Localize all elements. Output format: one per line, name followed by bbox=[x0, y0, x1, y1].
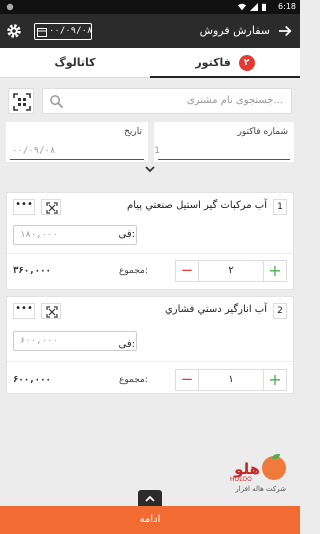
invoice-date-field[interactable]: تاریخ ۰۰/۰۹/۰۸ bbox=[6, 122, 148, 162]
total-label: مجموع: bbox=[119, 375, 148, 385]
divider bbox=[198, 261, 199, 281]
divider bbox=[7, 253, 293, 254]
wifi-icon bbox=[238, 3, 246, 11]
tab-active-indicator bbox=[150, 76, 300, 78]
barcode-scan-icon bbox=[46, 202, 58, 214]
price-input[interactable]: ۱۸۰,۰۰۰ bbox=[13, 225, 137, 245]
total-label: مجموع: bbox=[119, 266, 148, 276]
increment-button[interactable]: + bbox=[264, 261, 286, 281]
item-index: 1 bbox=[273, 199, 287, 215]
logo-fruit bbox=[262, 456, 286, 480]
calendar-icon bbox=[37, 28, 47, 37]
more-icon: ••• bbox=[15, 199, 33, 210]
more-button[interactable]: ••• bbox=[13, 303, 35, 319]
signal-icon bbox=[250, 3, 258, 11]
tab-bar: کاتالوگ فاکتور ۲ bbox=[0, 48, 300, 78]
clock: 6:18 bbox=[278, 2, 296, 11]
app-bar: سفارش فروش ۰۰/۰۹/۰۸ bbox=[0, 14, 300, 48]
expand-tab[interactable] bbox=[138, 490, 162, 506]
chevron-down-icon[interactable] bbox=[144, 164, 156, 174]
item-name: آب انارگیر دستي فشاري bbox=[164, 304, 267, 315]
qr-scan-icon bbox=[13, 93, 31, 111]
gear-icon[interactable] bbox=[5, 22, 23, 40]
search-icon bbox=[50, 95, 64, 109]
battery-icon bbox=[262, 3, 266, 11]
chevron-up-icon bbox=[145, 495, 155, 502]
logo-latin: HOLOO bbox=[230, 476, 252, 483]
more-icon: ••• bbox=[15, 303, 33, 314]
customer-search-input[interactable]: جستجوی نام مشتری... bbox=[42, 88, 292, 114]
invoice-number-value: 1 bbox=[154, 146, 160, 156]
tab-invoice[interactable]: فاکتور ۲ bbox=[150, 48, 300, 78]
status-bar: 6:18 bbox=[0, 0, 300, 14]
item-name: آب مرکبات گیر استیل صنعتي پیام bbox=[127, 200, 267, 211]
tab-invoice-label: فاکتور bbox=[195, 56, 231, 69]
invoice-date-label: تاریخ bbox=[124, 127, 142, 137]
quantity-value[interactable]: ۲ bbox=[204, 265, 258, 276]
decrement-button[interactable]: − bbox=[176, 261, 198, 281]
divider bbox=[7, 361, 293, 362]
tab-catalog-label: کاتالوگ bbox=[54, 56, 96, 69]
price-input[interactable]: ۶۰۰,۰۰۰ bbox=[13, 331, 137, 351]
holoo-logo: هلو HOLOO شرکت هاله افزار bbox=[230, 454, 288, 496]
item-index: 2 bbox=[273, 303, 287, 319]
back-arrow-icon[interactable] bbox=[276, 22, 294, 40]
quantity-stepper: − ۲ + bbox=[175, 260, 287, 282]
invoice-date-value: ۰۰/۰۹/۰۸ bbox=[12, 146, 56, 156]
invoice-number-field[interactable]: شماره فاکتور 1 bbox=[154, 122, 294, 162]
continue-label: ادامه bbox=[139, 514, 161, 525]
field-underline bbox=[10, 159, 144, 160]
invoice-item-card: 1 آب مرکبات گیر استیل صنعتي پیام ••• فی:… bbox=[6, 192, 294, 290]
android-icon bbox=[6, 3, 14, 11]
total-value: ۶۰۰,۰۰۰ bbox=[13, 375, 51, 385]
search-placeholder: جستجوی نام مشتری... bbox=[186, 95, 283, 106]
divider bbox=[198, 370, 199, 390]
date-chip[interactable]: ۰۰/۰۹/۰۸ bbox=[34, 23, 92, 40]
item-scan-button[interactable] bbox=[41, 303, 61, 319]
increment-button[interactable]: + bbox=[264, 370, 286, 390]
invoice-item-card: 2 آب انارگیر دستي فشاري ••• فی: ۶۰۰,۰۰۰ … bbox=[6, 296, 294, 394]
barcode-scan-icon bbox=[46, 306, 58, 318]
qr-scan-button[interactable] bbox=[8, 88, 34, 114]
total-value: ۳۶۰,۰۰۰ bbox=[13, 266, 51, 276]
quantity-value[interactable]: ۱ bbox=[204, 374, 258, 385]
tab-catalog[interactable]: کاتالوگ bbox=[0, 48, 150, 78]
page-title: سفارش فروش bbox=[199, 24, 270, 37]
field-underline bbox=[158, 159, 290, 160]
date-chip-value: ۰۰/۰۹/۰۸ bbox=[49, 26, 93, 36]
logo-subtitle: شرکت هاله افزار bbox=[235, 485, 286, 493]
quantity-stepper: − ۱ + bbox=[175, 369, 287, 391]
item-scan-button[interactable] bbox=[41, 199, 61, 215]
invoice-number-label: شماره فاکتور bbox=[237, 127, 288, 137]
invoice-count-badge: ۲ bbox=[238, 55, 255, 71]
continue-button[interactable]: ادامه bbox=[0, 506, 300, 534]
more-button[interactable]: ••• bbox=[13, 199, 35, 215]
decrement-button[interactable]: − bbox=[176, 370, 198, 390]
